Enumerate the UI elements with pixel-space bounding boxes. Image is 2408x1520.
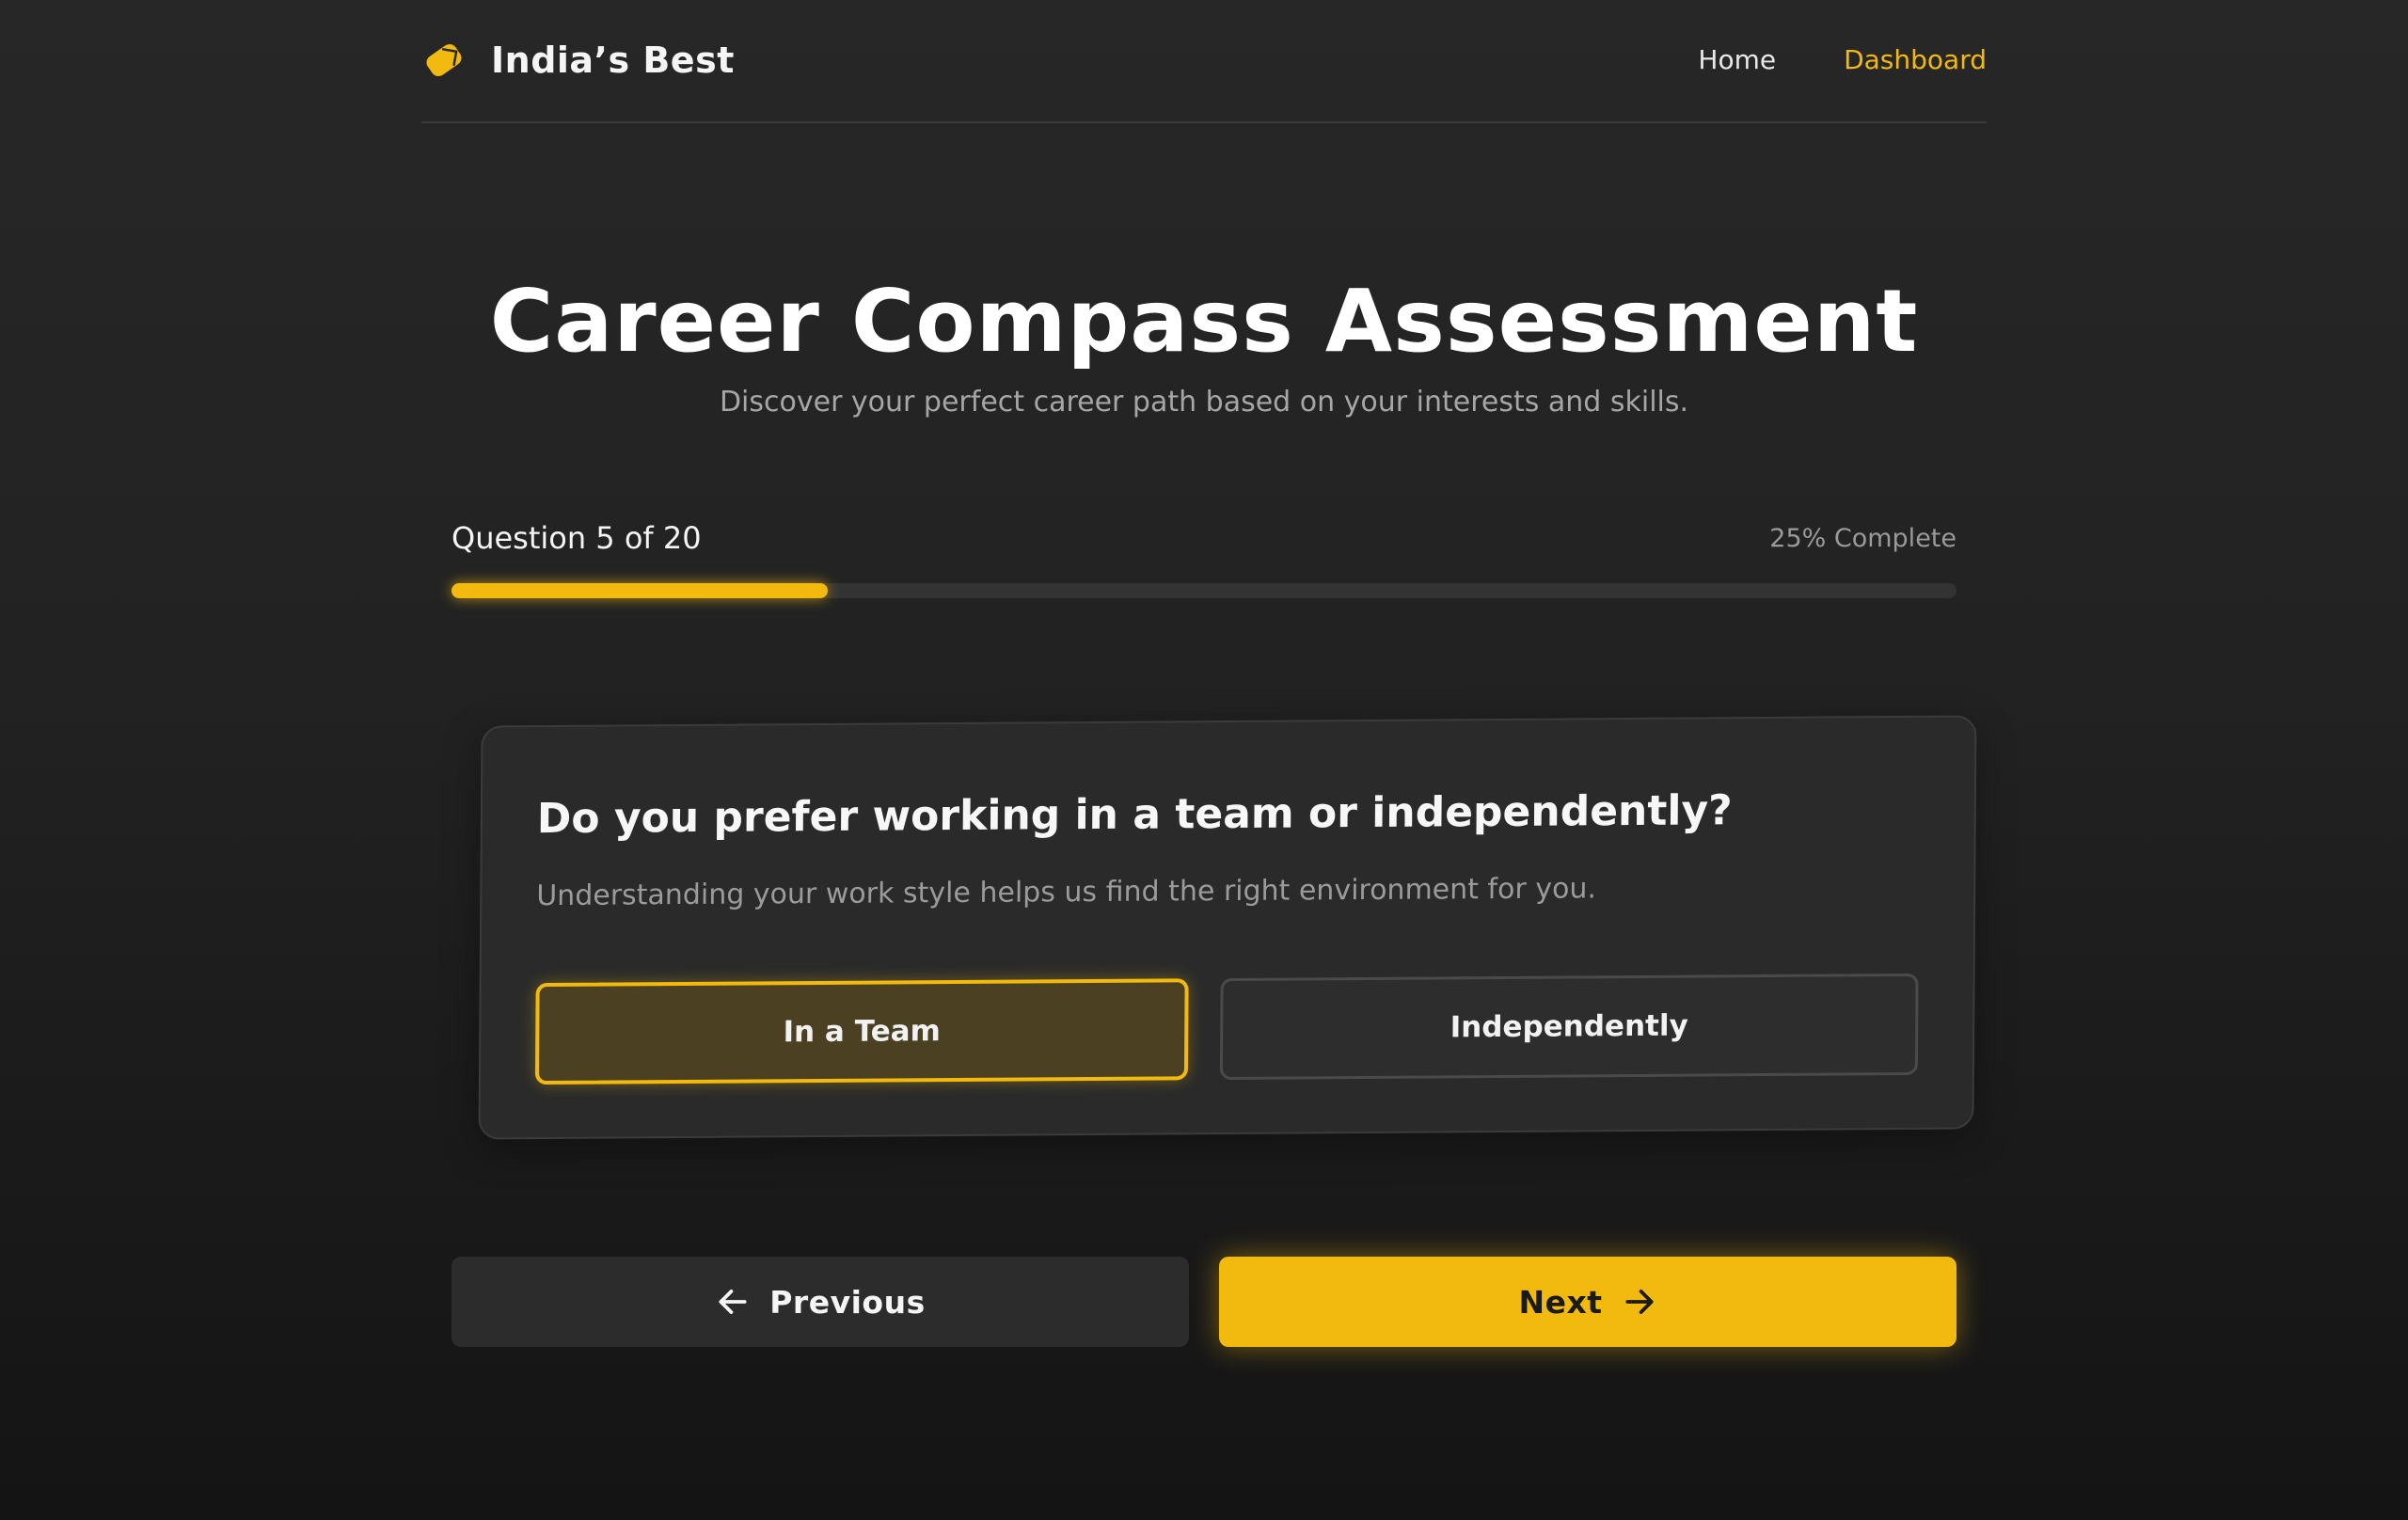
progress-percent: 25% Complete: [1769, 524, 1956, 553]
brand-name: India’s Best: [491, 40, 735, 81]
question-hint: Understanding your work style helps us f…: [536, 872, 1597, 913]
assessment-page: India’s Best Home Dashboard Career Compa…: [0, 0, 2408, 1520]
progress-bar: [452, 583, 1956, 598]
progress-bar-fill: [452, 583, 828, 598]
arrow-left-icon: [719, 1290, 747, 1314]
previous-button[interactable]: Previous: [452, 1257, 1189, 1347]
page-title: Career Compass Assessment: [489, 271, 1919, 372]
question-counter: Question 5 of 20: [452, 520, 702, 556]
question-text: Do you prefer working in a team or indep…: [536, 786, 1733, 844]
question-card: Do you prefer working in a team or indep…: [478, 715, 1977, 1140]
page-subtitle: Discover your perfect career path based …: [719, 386, 1689, 419]
arrow-right-icon: [1624, 1290, 1654, 1314]
nav-dashboard-link[interactable]: Dashboard: [1844, 41, 1987, 79]
previous-button-label: Previous: [769, 1283, 926, 1321]
yellow-tag-icon: [426, 43, 462, 77]
next-button-label: Next: [1518, 1283, 1603, 1321]
option-label: In a Team: [783, 1014, 942, 1050]
option-in-a-team[interactable]: In a Team: [534, 978, 1189, 1085]
option-label: Independently: [1450, 1008, 1688, 1045]
next-button[interactable]: Next: [1219, 1257, 1956, 1347]
top-header: India’s Best Home Dashboard: [421, 0, 1987, 123]
option-independently[interactable]: Independently: [1219, 973, 1919, 1081]
brand[interactable]: India’s Best: [421, 38, 735, 83]
nav-home-link[interactable]: Home: [1698, 41, 1776, 79]
main-nav: Home Dashboard: [1698, 41, 1987, 79]
